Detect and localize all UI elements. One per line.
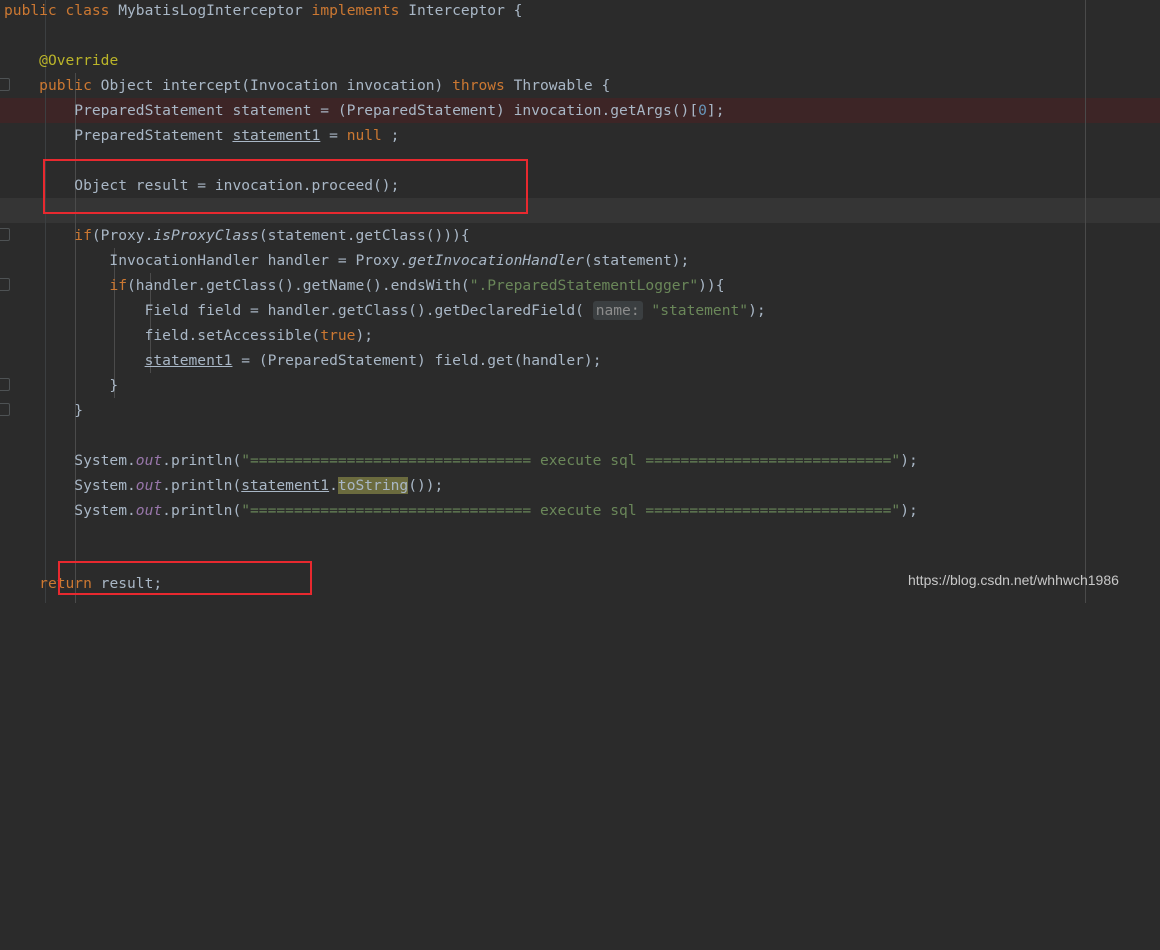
annotation-rect-return <box>58 561 312 595</box>
code-line-3: @Override <box>39 52 119 69</box>
code-editor[interactable]: public class MybatisLogInterceptor imple… <box>0 0 1160 603</box>
code-line-14: field.setAccessible(true); <box>4 327 374 344</box>
highlighted-identifier: toString <box>337 477 409 494</box>
code-content[interactable]: public class MybatisLogInterceptor imple… <box>0 0 1160 603</box>
code-line-10: if(Proxy.isProxyClass(statement.getClass… <box>74 227 470 244</box>
code-line-17: } <box>4 402 84 419</box>
code-line-21: System.out.println("====================… <box>4 502 918 519</box>
code-line-5: PreparedStatement statement = (PreparedS… <box>4 102 725 119</box>
code-line-19: System.out.println("====================… <box>4 452 918 469</box>
code-line-20: System.out.println(statement1.toString()… <box>4 477 444 494</box>
code-line-13: Field field = handler.getClass().getDecl… <box>4 301 766 320</box>
code-line-11: InvocationHandler handler = Proxy.getInv… <box>4 252 690 269</box>
parameter-hint: name: <box>592 301 643 320</box>
code-line-16: } <box>4 377 119 394</box>
code-line-1: public class MybatisLogInterceptor imple… <box>4 2 523 19</box>
code-line-12: if(handler.getClass().getName().endsWith… <box>109 277 725 294</box>
watermark-text: https://blog.csdn.net/whhwch1986 <box>908 572 1119 588</box>
code-line-15: statement1 = (PreparedStatement) field.g… <box>144 352 602 369</box>
annotation-rect-proceed <box>43 159 528 214</box>
code-line-6: PreparedStatement statement1 = null ; <box>4 127 400 144</box>
code-line-4: public Object intercept(Invocation invoc… <box>39 77 611 94</box>
